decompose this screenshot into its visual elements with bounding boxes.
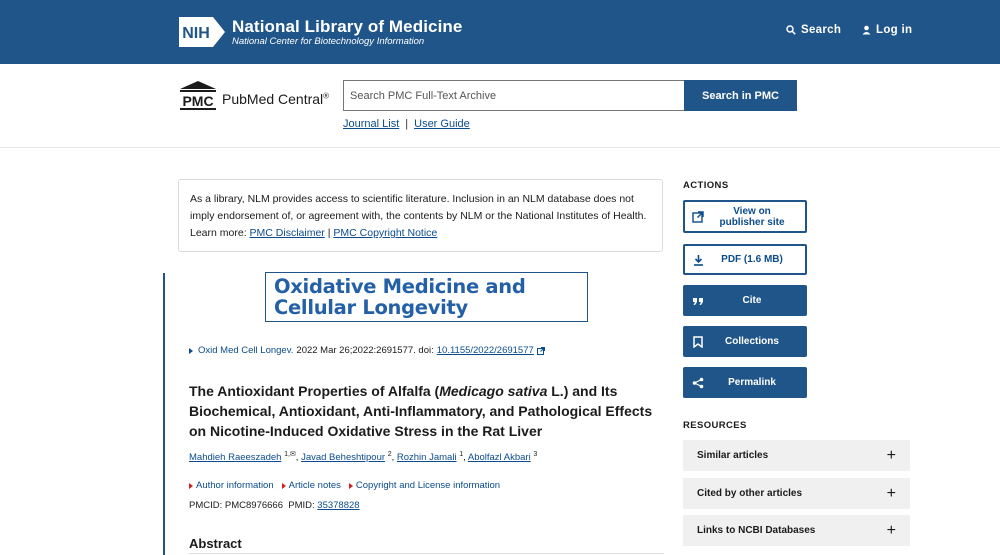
view-publisher-label: View on publisher site — [719, 205, 785, 228]
copyright-info-toggle[interactable]: Copyright and License information — [348, 480, 501, 491]
author-link[interactable]: Mahdieh Raeeszadeh — [189, 452, 281, 463]
journal-banner[interactable]: Oxidative Medicine and Cellular Longevit… — [265, 272, 588, 322]
journal-list-link[interactable]: Journal List — [343, 118, 399, 130]
user-icon — [862, 25, 871, 35]
expand-triangle-icon — [189, 347, 193, 354]
header-login-label: Log in — [876, 24, 913, 36]
pmc-name: PubMed Central — [222, 91, 324, 107]
search-in-pmc-button[interactable]: Search in PMC — [684, 80, 797, 111]
expand-triangle-icon — [189, 482, 193, 489]
collections-label: Collections — [725, 336, 779, 347]
permalink-button[interactable]: Permalink — [683, 367, 807, 398]
citation-details: 2022 Mar 26;2022:2691577. doi: — [296, 345, 434, 356]
title-part-1: The Antioxidant Properties of Alfalfa ( — [189, 383, 440, 399]
ncbi-links-label: Links to NCBI Databases — [697, 525, 816, 536]
registered-mark: ® — [323, 91, 330, 101]
nlm-logo[interactable]: NIH National Library of Medicine Nationa… — [178, 14, 462, 50]
permalink-label: Permalink — [728, 377, 776, 388]
disclaimer-text: As a library, NLM provides access to sci… — [190, 193, 647, 222]
bookmark-icon — [693, 335, 703, 348]
author-affiliation: 1 — [459, 451, 464, 458]
header-login-button[interactable]: Log in — [862, 24, 912, 36]
share-icon — [692, 377, 704, 388]
nih-badge-icon: NIH — [178, 16, 226, 48]
header-search-button[interactable]: Search — [786, 24, 841, 36]
author-affiliation: 1,✉ — [284, 451, 296, 458]
collections-button[interactable]: Collections — [683, 326, 807, 357]
ncbi-links-accordion[interactable]: Links to NCBI Databases + — [683, 515, 910, 546]
pmc-copyright-link[interactable]: PMC Copyright Notice — [333, 227, 437, 239]
learn-more-label: Learn more: — [190, 227, 247, 239]
article-meta-links: Author information Article notes Copyrig… — [189, 480, 500, 491]
cite-button[interactable]: Cite — [683, 285, 807, 316]
article-notes-label: Article notes — [288, 480, 341, 491]
view-publisher-button[interactable]: View on publisher site — [683, 200, 807, 233]
nlm-title: National Library of Medicine — [232, 16, 463, 36]
pdf-download-button[interactable]: PDF (1.6 MB) — [683, 244, 807, 275]
pmc-sub-links: Journal List | User Guide — [343, 118, 470, 130]
pmc-mark-text: PMC — [182, 93, 213, 109]
resources-heading: RESOURCES — [683, 420, 747, 431]
author-information-toggle[interactable]: Author information — [189, 480, 274, 491]
header-search-label: Search — [801, 24, 842, 36]
pmc-logo[interactable]: PMC PubMed Central® — [178, 80, 329, 110]
copyright-info-label: Copyright and License information — [355, 480, 501, 491]
doi-link[interactable]: 10.1155/2022/2691577 — [437, 345, 534, 356]
author-link[interactable]: Rozhin Jamali — [397, 452, 457, 463]
nih-badge-text: NIH — [182, 25, 210, 42]
nlm-header: NIH National Library of Medicine Nationa… — [0, 0, 1000, 64]
expand-triangle-icon — [281, 482, 286, 489]
external-link-icon — [692, 210, 704, 223]
journal-abbrev-link[interactable]: Oxid Med Cell Longev. — [198, 345, 293, 356]
similar-articles-accordion[interactable]: Similar articles + — [683, 440, 910, 471]
author-link[interactable]: Javad Beheshtipour — [301, 452, 385, 463]
author-information-label: Author information — [196, 480, 274, 491]
expand-triangle-icon — [348, 482, 353, 489]
author-affiliation: 3 — [533, 451, 538, 458]
plus-icon: + — [886, 446, 896, 464]
cited-by-label: Cited by other articles — [697, 488, 803, 499]
plus-icon: + — [886, 521, 896, 539]
author-list: Mahdieh Raeeszadeh 1,✉, Javad Beheshtipo… — [189, 451, 538, 464]
pmcid: PMCID: PMC8976666 — [189, 500, 283, 511]
pmid-link[interactable]: 35378828 — [317, 500, 359, 511]
plus-icon: + — [886, 484, 896, 502]
pmc-disclaimer-link[interactable]: PMC Disclaimer — [250, 227, 325, 239]
cite-label: Cite — [742, 295, 762, 306]
actions-heading: ACTIONS — [683, 180, 729, 191]
download-icon — [693, 254, 703, 266]
article-notes-toggle[interactable]: Article notes — [281, 480, 341, 491]
pmid-label: PMID: — [288, 500, 315, 511]
external-link-icon — [536, 346, 545, 355]
abstract-heading: Abstract — [189, 536, 242, 551]
citation-line: Oxid Med Cell Longev. 2022 Mar 26;2022:2… — [189, 345, 545, 356]
title-species: Medicago sativa — [439, 383, 548, 399]
abstract-divider — [189, 553, 664, 554]
disclaimer-divider: | — [327, 227, 331, 239]
link-separator: | — [405, 118, 409, 130]
cited-by-accordion[interactable]: Cited by other articles + — [683, 478, 910, 509]
article-left-rule — [163, 273, 165, 555]
article-ids: PMCID: PMC8976666 PMID: 35378828 — [189, 500, 360, 511]
search-icon — [786, 25, 796, 35]
pmc-search-bar: PMC PubMed Central® Search in PMC Journa… — [0, 64, 1000, 148]
pmc-search-input[interactable] — [343, 80, 684, 111]
pmc-building-icon: PMC — [178, 80, 218, 110]
author-link[interactable]: Abolfazl Akbari — [468, 452, 531, 463]
nlm-disclaimer: As a library, NLM provides access to sci… — [178, 179, 663, 252]
quote-icon — [693, 297, 703, 305]
nlm-subtitle: National Center for Biotechnology Inform… — [232, 35, 425, 47]
article-title: The Antioxidant Properties of Alfalfa (M… — [189, 381, 664, 441]
pdf-label: PDF (1.6 MB) — [721, 254, 783, 265]
similar-articles-label: Similar articles — [697, 450, 769, 461]
author-affiliation: 2 — [387, 451, 392, 458]
user-guide-link[interactable]: User Guide — [414, 118, 470, 130]
